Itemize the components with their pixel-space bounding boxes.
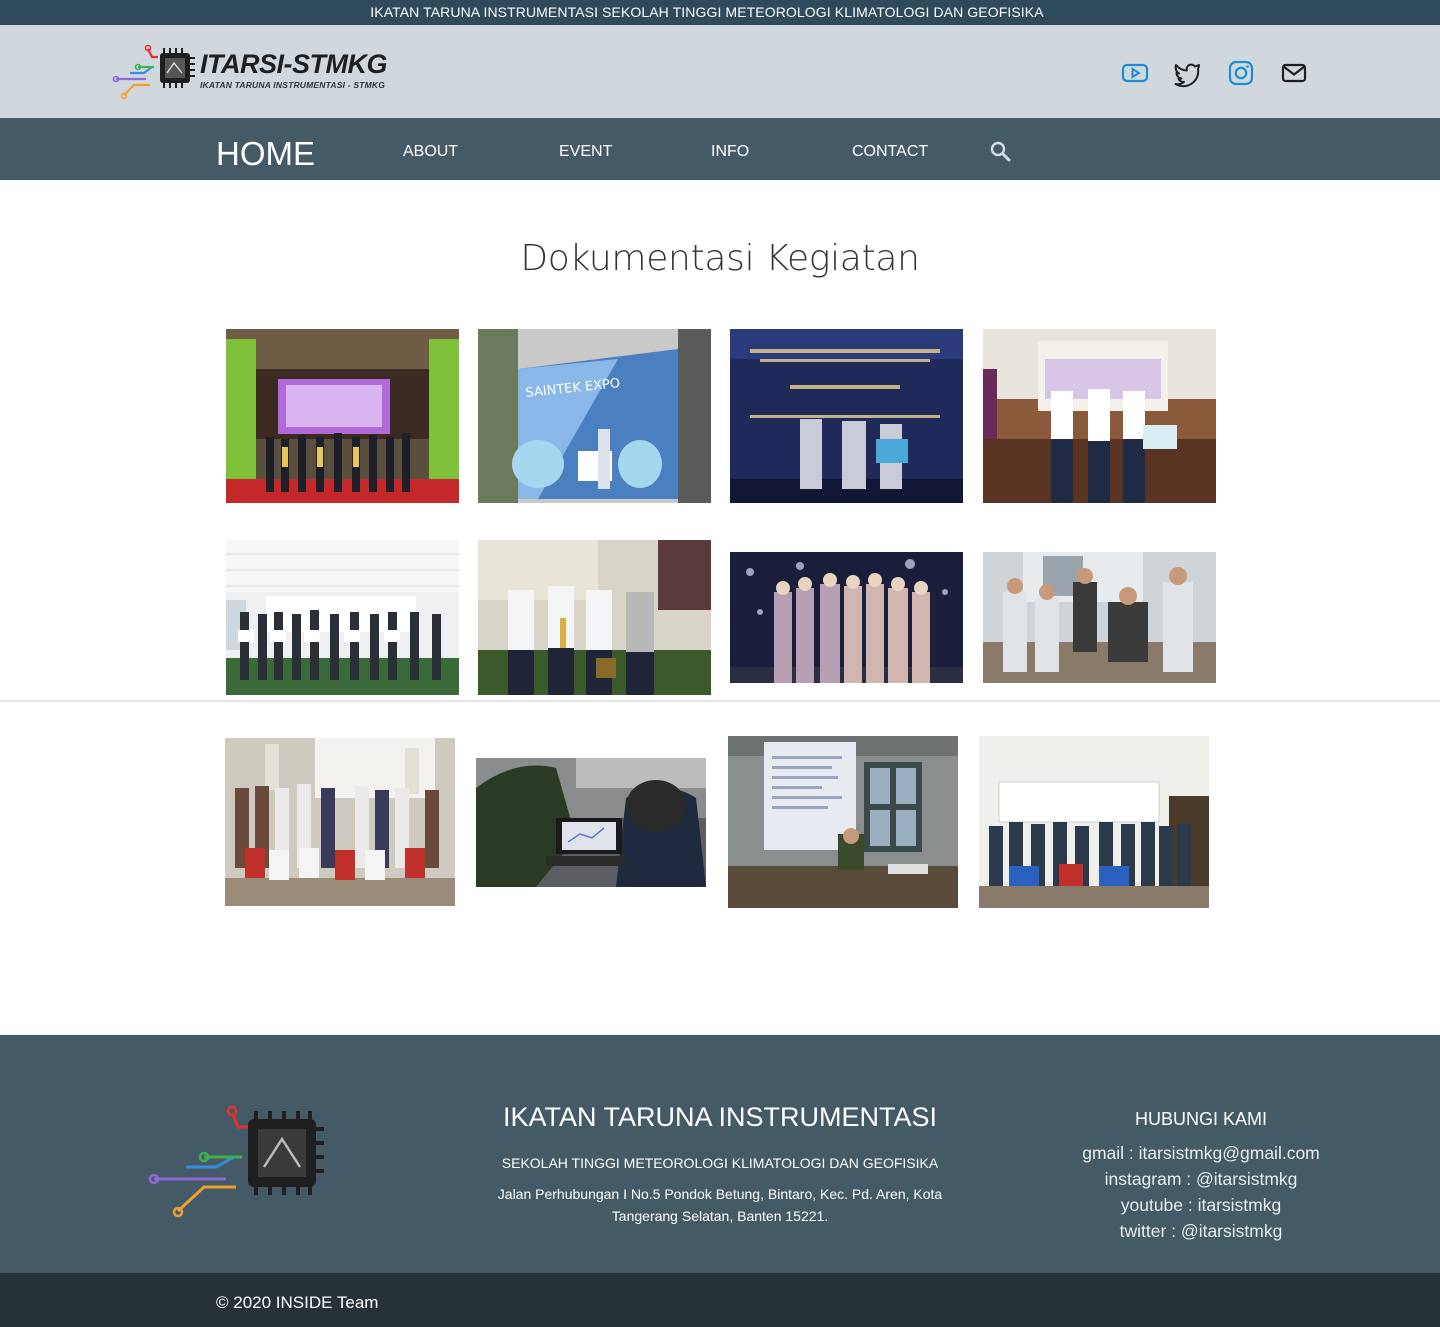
copyright: © 2020 INSIDE Team <box>216 1293 379 1312</box>
footer-address-line: Jalan Perhubungan I No.5 Pondok Betung, … <box>497 1186 943 1202</box>
gallery-photo[interactable] <box>983 329 1216 503</box>
site-header: ITARSI-STMKG IKATAN TARUNA INSTRUMENTASI… <box>0 25 1440 118</box>
instagram-icon[interactable] <box>1226 58 1256 88</box>
search-icon[interactable] <box>989 140 1013 164</box>
contact-instagram[interactable]: instagram : @itarsistmkg <box>1040 1169 1362 1190</box>
gallery-title: Dokumentasi Kegiatan <box>520 238 920 279</box>
contact-title: HUBUNGI KAMI <box>1134 1109 1267 1129</box>
contact-gmail[interactable]: gmail : itarsistmkg@gmail.com <box>1040 1143 1362 1164</box>
nav-event[interactable]: EVENT <box>559 143 612 161</box>
main-nav: HOME ABOUT EVENT INFO CONTACT <box>0 118 1440 180</box>
gallery-photo[interactable] <box>226 329 459 503</box>
chip-logo-icon <box>112 44 195 100</box>
gallery-photo[interactable]: SAINTEK EXPO <box>478 329 711 503</box>
nav-info[interactable]: INFO <box>711 143 749 161</box>
nav-contact[interactable]: CONTACT <box>852 143 928 161</box>
mail-icon[interactable] <box>1279 58 1309 88</box>
gallery-photo[interactable] <box>478 540 711 695</box>
gallery-photo[interactable] <box>476 758 706 887</box>
site-logo[interactable]: ITARSI-STMKG IKATAN TARUNA INSTRUMENTASI… <box>112 43 392 103</box>
contact-youtube[interactable]: youtube : itarsistmkg <box>1040 1195 1362 1216</box>
footer-logo <box>146 1103 336 1223</box>
gallery-photo[interactable] <box>728 736 958 908</box>
gallery-photo[interactable] <box>983 552 1216 683</box>
site-footer: IKATAN TARUNA INSTRUMENTASI SEKOLAH TING… <box>0 1035 1440 1273</box>
nav-about[interactable]: ABOUT <box>403 143 458 161</box>
brand-name: ITARSI-STMKG <box>200 49 387 79</box>
gallery-photo[interactable] <box>225 738 455 906</box>
footer-subtitle: SEKOLAH TINGGI METEOROLOGI KLIMATOLOGI D… <box>501 1155 939 1171</box>
footer-address: Jalan Perhubungan I No.5 Pondok Betung, … <box>480 1183 960 1227</box>
bottom-bar: © 2020 INSIDE Team <box>0 1273 1440 1327</box>
section-divider <box>0 700 1440 702</box>
chip-logo-icon <box>148 1105 324 1218</box>
footer-address-line: Tangerang Selatan, Banten 15221. <box>611 1208 829 1224</box>
footer-title: IKATAN TARUNA INSTRUMENTASI <box>502 1102 938 1132</box>
gallery-photo[interactable] <box>730 552 963 683</box>
top-banner: IKATAN TARUNA INSTRUMENTASI SEKOLAH TING… <box>0 0 1440 25</box>
top-banner-text: IKATAN TARUNA INSTRUMENTASI SEKOLAH TING… <box>370 4 1044 20</box>
twitter-icon[interactable] <box>1172 58 1202 88</box>
youtube-icon[interactable] <box>1120 58 1150 88</box>
gallery-photo[interactable] <box>226 540 459 695</box>
gallery-photo[interactable] <box>730 329 963 503</box>
contact-twitter[interactable]: twitter : @itarsistmkg <box>1040 1221 1362 1242</box>
gallery-photo[interactable] <box>979 736 1209 908</box>
nav-home[interactable]: HOME <box>216 135 315 173</box>
brand-tagline: IKATAN TARUNA INSTRUMENTASI - STMKG <box>200 80 386 90</box>
